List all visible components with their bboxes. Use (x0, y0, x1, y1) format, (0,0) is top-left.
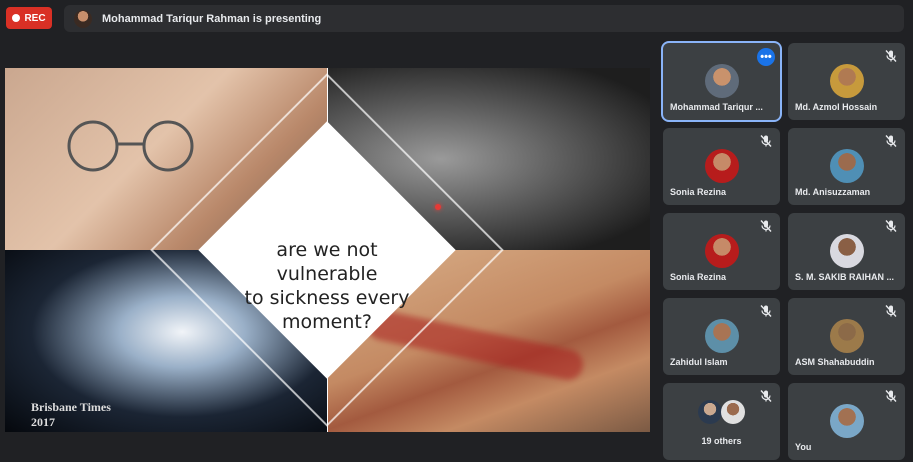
mic-off-icon (760, 135, 772, 147)
slide-glasses-graphic (67, 120, 194, 172)
participant-name: Mohammad Tariqur ... (670, 102, 763, 112)
participant-tile[interactable]: Md. Azmol Hossain (788, 43, 905, 120)
participant-tile[interactable]: Zahidul Islam (663, 298, 780, 375)
watermark-line: Brisbane Times (31, 400, 111, 414)
mic-off-icon (885, 50, 897, 62)
participant-tile[interactable]: Sonia Rezina (663, 213, 780, 290)
watermark-line: 2017 (31, 415, 55, 429)
presenter-bar[interactable]: Mohammad Tariqur Rahman is presenting (64, 5, 904, 32)
avatar (830, 319, 864, 353)
others-count: 19 others (701, 436, 742, 446)
participant-tile[interactable]: Sonia Rezina (663, 128, 780, 205)
avatar (721, 400, 745, 424)
mic-off-icon (760, 390, 772, 402)
participant-name: S. M. SAKIB RAIHAN ... (795, 272, 895, 282)
mic-off-icon (760, 305, 772, 317)
participant-tile[interactable]: ASM Shahabuddin (788, 298, 905, 375)
participant-name: ASM Shahabuddin (795, 357, 875, 367)
mic-off-icon (885, 305, 897, 317)
presenter-text: Mohammad Tariqur Rahman is presenting (102, 12, 322, 25)
avatar (830, 64, 864, 98)
avatar (705, 149, 739, 183)
recording-label: REC (24, 12, 46, 24)
participant-name: Sonia Rezina (670, 272, 727, 282)
avatar (705, 319, 739, 353)
slide-watermark: Brisbane Times 2017 (31, 400, 111, 430)
slide-text-line: moment? (282, 311, 372, 333)
participant-tile[interactable]: Md. Anisuzzaman (788, 128, 905, 205)
mic-off-icon (885, 135, 897, 147)
recording-indicator: REC (6, 7, 52, 29)
avatar (698, 400, 722, 424)
avatar (830, 234, 864, 268)
laser-pointer (435, 204, 441, 210)
more-options-icon[interactable]: ••• (757, 48, 775, 66)
participant-tile[interactable]: ••• Mohammad Tariqur ... (663, 43, 780, 120)
participant-name: You (795, 442, 812, 452)
participant-tile[interactable]: S. M. SAKIB RAIHAN ... (788, 213, 905, 290)
participant-name: Md. Anisuzzaman (795, 187, 871, 197)
shared-screen: are we not vulnerable to sickness every … (5, 68, 650, 432)
mic-off-icon (760, 220, 772, 232)
mic-off-icon (885, 390, 897, 402)
participant-name: Zahidul Islam (670, 357, 728, 367)
avatar (705, 234, 739, 268)
avatar (705, 64, 739, 98)
record-dot-icon (12, 14, 21, 22)
participant-name: Sonia Rezina (670, 187, 727, 197)
avatar (830, 404, 864, 438)
self-tile[interactable]: You (788, 383, 905, 460)
slide-text-line: to sickness every (244, 287, 410, 309)
slide-text-line: are we not vulnerable (276, 239, 378, 285)
avatar (830, 149, 864, 183)
presenter-avatar (74, 9, 92, 28)
slide-question: are we not vulnerable to sickness every … (227, 238, 427, 334)
participant-name: Md. Azmol Hossain (795, 102, 878, 112)
mic-off-icon (885, 220, 897, 232)
others-tile[interactable]: 19 others (663, 383, 780, 460)
